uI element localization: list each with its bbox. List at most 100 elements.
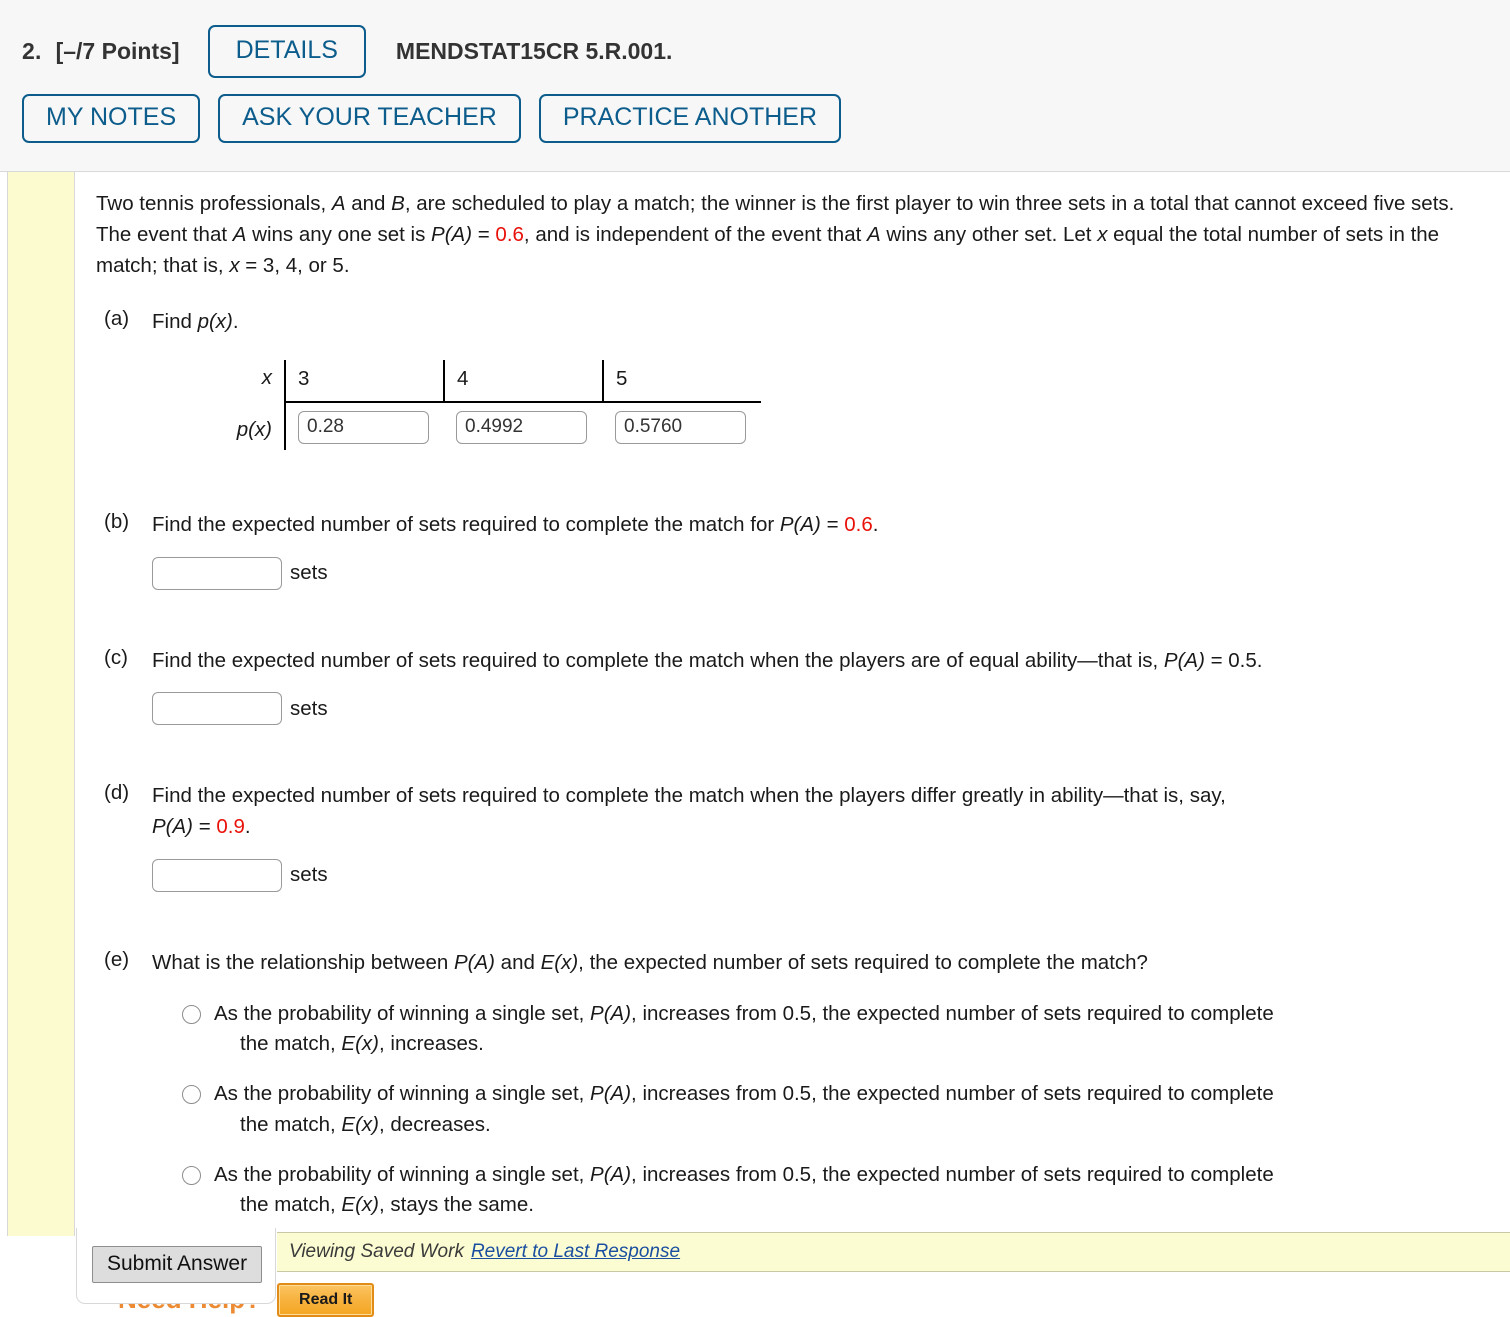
radio-icon-option-1[interactable] [182,1085,201,1105]
part-c-answer-input[interactable] [152,692,282,726]
part-e-pa-label: P(A) [453,950,495,974]
option-label-1: As the probability of winning a single s… [214,1079,1274,1140]
option-1-line1-pre: As the probability of winning a single s… [214,1082,591,1106]
part-d-label: (d) [104,781,130,805]
part-d-prompt-line1: Find the expected number of sets require… [152,784,1226,808]
my-notes-button[interactable]: MY NOTES [22,94,201,143]
radio-icon-option-0[interactable] [182,1004,201,1024]
option-0-ex-label: E(x) [341,1032,379,1056]
option-1-line2-post: , decreases. [379,1112,491,1136]
part-b-text-post: . [872,512,879,536]
part-d-prompt-line2: P(A) = 0.9. [152,812,1496,843]
table-cell-px-1 [444,402,603,450]
stem-pa-value: 0.6 [495,223,524,247]
part-c-prompt: Find the expected number of sets require… [152,646,1496,677]
part-c: (c) Find the expected number of sets req… [96,646,1496,726]
option-0-line2-post: , increases. [379,1032,484,1056]
revert-to-last-response-link[interactable]: Revert to Last Response [471,1241,680,1263]
stem-text-2: and [345,192,392,215]
option-row-0[interactable]: As the probability of winning a single s… [182,999,1496,1060]
stem-text-8: = 3, 4, or 5. [239,254,350,278]
option-0-line1-pre: As the probability of winning a single s… [214,1001,591,1025]
part-c-label: (c) [104,645,128,669]
part-e-prompt-mid: and [494,950,541,974]
part-b-pa-label: P(A) [779,512,821,536]
saved-work-rail [7,172,75,1236]
part-b-eq: = [820,512,845,536]
probability-distribution-table: x 3 4 5 p(x) [210,360,761,450]
part-c-text-post: . [1256,648,1263,672]
radio-icon-option-2[interactable] [182,1166,201,1186]
table-header-row: x 3 4 5 [210,360,761,403]
table-px-header: p(x) [236,417,272,441]
submit-answer-button[interactable]: Submit Answer [92,1246,263,1283]
part-c-unit: sets [290,696,328,720]
option-1-pa-label: P(A) [590,1082,632,1106]
practice-another-button[interactable]: PRACTICE ANOTHER [538,94,842,143]
exercise-id: MENDSTAT15CR 5.R.001. [395,37,673,64]
option-label-2: As the probability of winning a single s… [214,1160,1274,1221]
part-a-prompt-pre: Find [152,310,198,334]
option-0-line2-pre: the match, [240,1032,342,1056]
part-c-eq: = [1204,648,1229,672]
option-1-line2: the match, E(x), decreases. [214,1110,1274,1140]
table-cell-px-2 [603,402,761,450]
part-d-answer-input[interactable] [152,858,282,892]
table-x-header: x [261,365,272,389]
px-input-0[interactable] [298,410,429,444]
stem-var-x: x [1097,223,1108,247]
stem-pa-label: P(A) [431,223,473,247]
table-cell-px-0 [284,401,444,450]
part-a: (a) Find p(x). x 3 4 5 p(x) [96,307,1496,450]
option-1-line1-post: , increases from 0.5, the expected numbe… [631,1082,1274,1106]
option-2-line2-pre: the match, [240,1193,342,1217]
part-a-label: (a) [104,307,130,331]
header-top-row: 2. [–/7 Points] DETAILS MENDSTAT15CR 5.R… [22,20,1510,82]
saved-work-banner: Viewing Saved Work Revert to Last Respon… [277,1232,1510,1272]
table-x-value-2: 5 [602,360,761,403]
option-row-2[interactable]: As the probability of winning a single s… [182,1160,1496,1221]
part-b-answer-row: sets [152,556,1496,590]
part-a-prompt-var: p(x) [197,310,233,334]
option-2-ex-label: E(x) [341,1193,379,1217]
stem-var-a: A [331,192,346,215]
part-d-unit: sets [290,863,328,887]
px-input-1[interactable] [456,410,587,444]
px-input-2[interactable] [615,410,746,444]
part-b-prompt: Find the expected number of sets require… [152,510,1496,541]
ask-your-teacher-button[interactable]: ASK YOUR TEACHER [218,94,521,143]
part-e-label: (e) [104,947,130,971]
option-0-pa-label: P(A) [590,1001,632,1025]
stem-text-1: Two tennis professionals, [96,192,332,215]
table-value-row: p(x) [210,401,761,450]
stem-equals: = [472,223,496,247]
part-a-prompt: Find p(x). [152,307,1496,338]
option-1-line2-pre: the match, [240,1112,342,1136]
stem-text-5: , and is independent of the event that [523,223,867,247]
stem-var-b: B [391,192,405,215]
part-e-prompt-post: , the expected number of sets required t… [578,950,1148,974]
part-b-answer-input[interactable] [152,556,282,590]
option-2-line2: the match, E(x), stays the same. [214,1190,1274,1220]
option-2-line1-pre: As the probability of winning a single s… [214,1163,591,1187]
part-d-text-post: . [244,815,251,839]
points-badge: [–/7 Points] [55,37,180,64]
part-c-body: Find the expected number of sets require… [152,646,1496,726]
option-2-line2-post: , stays the same. [379,1193,534,1217]
part-e-prompt: What is the relationship between P(A) an… [152,948,1496,979]
stem-var-a2: A [232,223,247,247]
part-d-body: Find the expected number of sets require… [152,781,1496,892]
part-e-ex-label: E(x) [540,950,579,974]
part-d-pa-label: P(A) [152,815,193,839]
stem-var-x2: x [229,254,240,278]
exercise-content: Two tennis professionals, A and B, are s… [96,172,1496,1317]
header-action-row: MY NOTES ASK YOUR TEACHER PRACTICE ANOTH… [22,94,1510,143]
stem-text-6: wins any other set. Let [880,223,1098,247]
option-row-1[interactable]: As the probability of winning a single s… [182,1079,1496,1140]
part-c-answer-row: sets [152,692,1496,726]
option-2-line1-post: , increases from 0.5, the expected numbe… [631,1163,1274,1187]
part-b-unit: sets [290,560,328,584]
stem-text-4: wins any one set is [246,223,432,247]
part-e-body: What is the relationship between P(A) an… [152,948,1496,1221]
details-button[interactable]: DETAILS [207,24,366,78]
